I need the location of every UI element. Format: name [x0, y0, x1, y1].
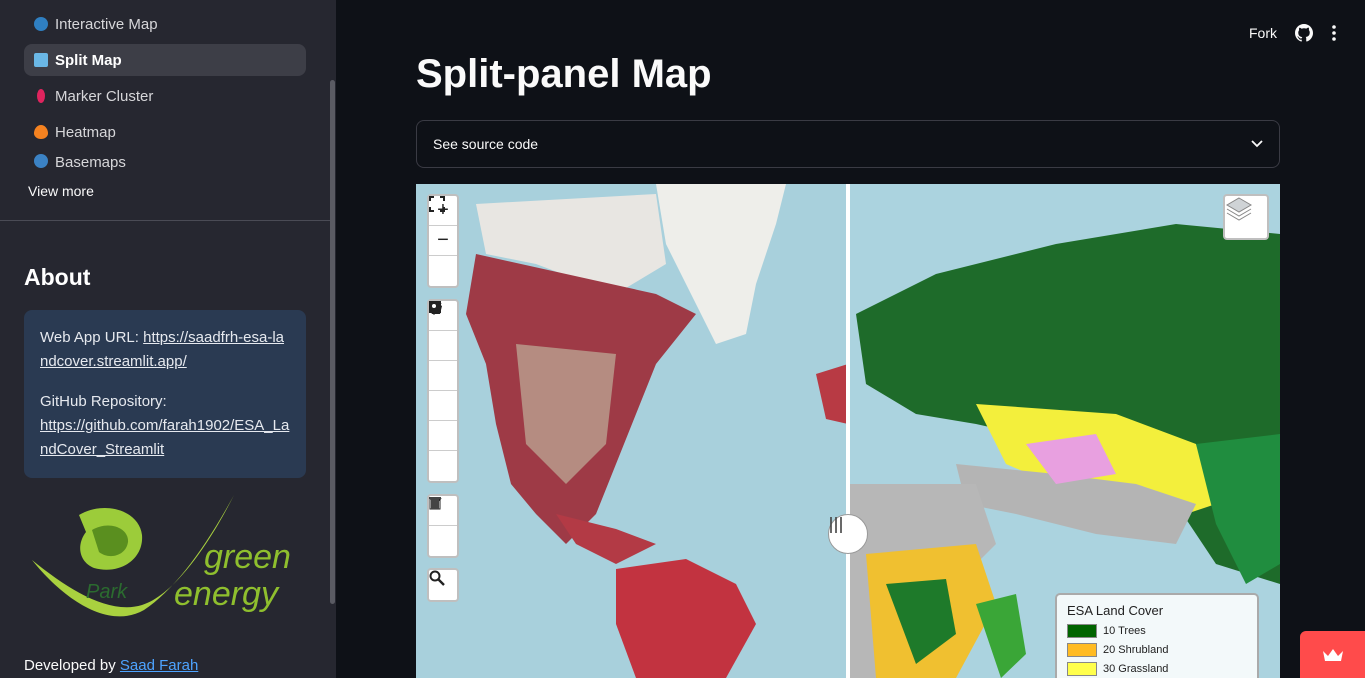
developer-link[interactable]: Saad Farah [120, 657, 198, 674]
repo-link[interactable]: https://github.com/farah1902/ESA_LandCov… [40, 417, 289, 458]
search-icon [429, 570, 445, 586]
sidebar-nav: Interactive Map Split Map Marker Cluster… [24, 8, 306, 176]
edit-toolbar [427, 494, 459, 558]
drag-handle-icon [830, 517, 842, 533]
view-more-link[interactable]: View more [28, 183, 94, 199]
sidebar-item-label: Interactive Map [55, 15, 158, 33]
fullscreen-button[interactable] [429, 196, 457, 286]
globe-icon [34, 17, 48, 31]
legend-label: 10 Trees [1103, 625, 1146, 637]
fullscreen-icon [429, 196, 445, 212]
draw-circle-button[interactable] [429, 301, 457, 421]
zoom-out-button[interactable]: − [429, 226, 457, 256]
draw-polygon-button[interactable] [429, 302, 457, 361]
zoom-controls: + − [427, 194, 459, 288]
top-toolbar: Fork [1249, 24, 1337, 42]
logo-text-green: green [204, 538, 291, 576]
legend-item: 30 Grassland [1067, 662, 1247, 676]
split-map-icon [34, 53, 48, 67]
webapp-line: Web App URL: https://saadfrh-esa-landcov… [40, 326, 290, 374]
developed-by: Developed by Saad Farah [24, 657, 198, 674]
about-info-box: Web App URL: https://saadfrh-esa-landcov… [24, 310, 306, 478]
developed-by-label: Developed by [24, 657, 120, 674]
legend-swatch [1067, 662, 1097, 676]
legend-swatch [1067, 643, 1097, 657]
more-menu-icon[interactable] [1331, 25, 1337, 41]
draw-rectangle-button[interactable] [429, 301, 457, 391]
about-heading: About [24, 264, 91, 290]
legend-item: 20 Shrubland [1067, 643, 1247, 657]
logo-text-park: Park [86, 581, 128, 603]
sidebar-item-label: Marker Cluster [55, 87, 154, 105]
delete-layers-button[interactable] [429, 497, 457, 556]
legend-title: ESA Land Cover [1067, 603, 1164, 618]
sidebar-scrollbar[interactable] [330, 80, 335, 604]
split-handle[interactable] [828, 514, 868, 554]
layers-icon [1226, 197, 1252, 221]
legend-label: 20 Shrubland [1103, 644, 1169, 656]
chevron-down-icon [1251, 140, 1263, 148]
pin-icon [37, 89, 45, 103]
logo-text-energy: energy [174, 575, 280, 613]
map-legend: ESA Land Cover 10 Trees 20 Shrubland 30 … [1055, 593, 1259, 678]
sidebar-item-label: Basemaps [55, 154, 126, 171]
webapp-label: Web App URL: [40, 329, 144, 346]
expander-label: See source code [433, 136, 539, 152]
page-title: Split-panel Map [416, 52, 712, 96]
map-search-button[interactable] [429, 570, 457, 600]
streamlit-badge[interactable] [1300, 631, 1365, 678]
fork-button[interactable]: Fork [1249, 25, 1277, 41]
fire-icon [34, 125, 48, 139]
sidebar-item-marker-cluster[interactable]: Marker Cluster [24, 80, 306, 112]
legend-item: 10 Trees [1067, 624, 1247, 638]
repo-label: GitHub Repository: [40, 393, 167, 410]
circle-marker-icon [429, 301, 441, 313]
sidebar-item-interactive-map[interactable]: Interactive Map [24, 8, 306, 40]
draw-circlemarker-button[interactable] [429, 301, 457, 481]
layer-switcher-button[interactable] [1223, 194, 1269, 240]
crown-icon [1322, 648, 1343, 661]
split-map[interactable]: + − ESA Land Cover 10 Trees 20 Shrubland… [416, 184, 1280, 678]
sidebar-item-basemaps[interactable]: Basemaps [24, 152, 306, 172]
split-divider[interactable] [846, 184, 850, 678]
sidebar: Interactive Map Split Map Marker Cluster… [0, 0, 336, 678]
draw-marker-button[interactable] [429, 301, 457, 451]
sidebar-item-label: Heatmap [55, 123, 116, 141]
search-control [427, 568, 459, 602]
sidebar-divider [0, 220, 330, 221]
sidebar-item-label: Split Map [55, 51, 122, 69]
sidebar-item-split-map[interactable]: Split Map [24, 44, 306, 76]
trash-icon [429, 497, 441, 509]
github-icon[interactable] [1295, 24, 1313, 42]
legend-swatch [1067, 624, 1097, 638]
draw-toolbar [427, 299, 459, 483]
source-code-expander[interactable]: See source code [416, 120, 1280, 168]
green-energy-park-logo: Park green energy [32, 495, 291, 617]
magnifier-icon [34, 154, 48, 168]
legend-label: 30 Grassland [1103, 663, 1169, 675]
sidebar-item-heatmap[interactable]: Heatmap [24, 116, 306, 148]
